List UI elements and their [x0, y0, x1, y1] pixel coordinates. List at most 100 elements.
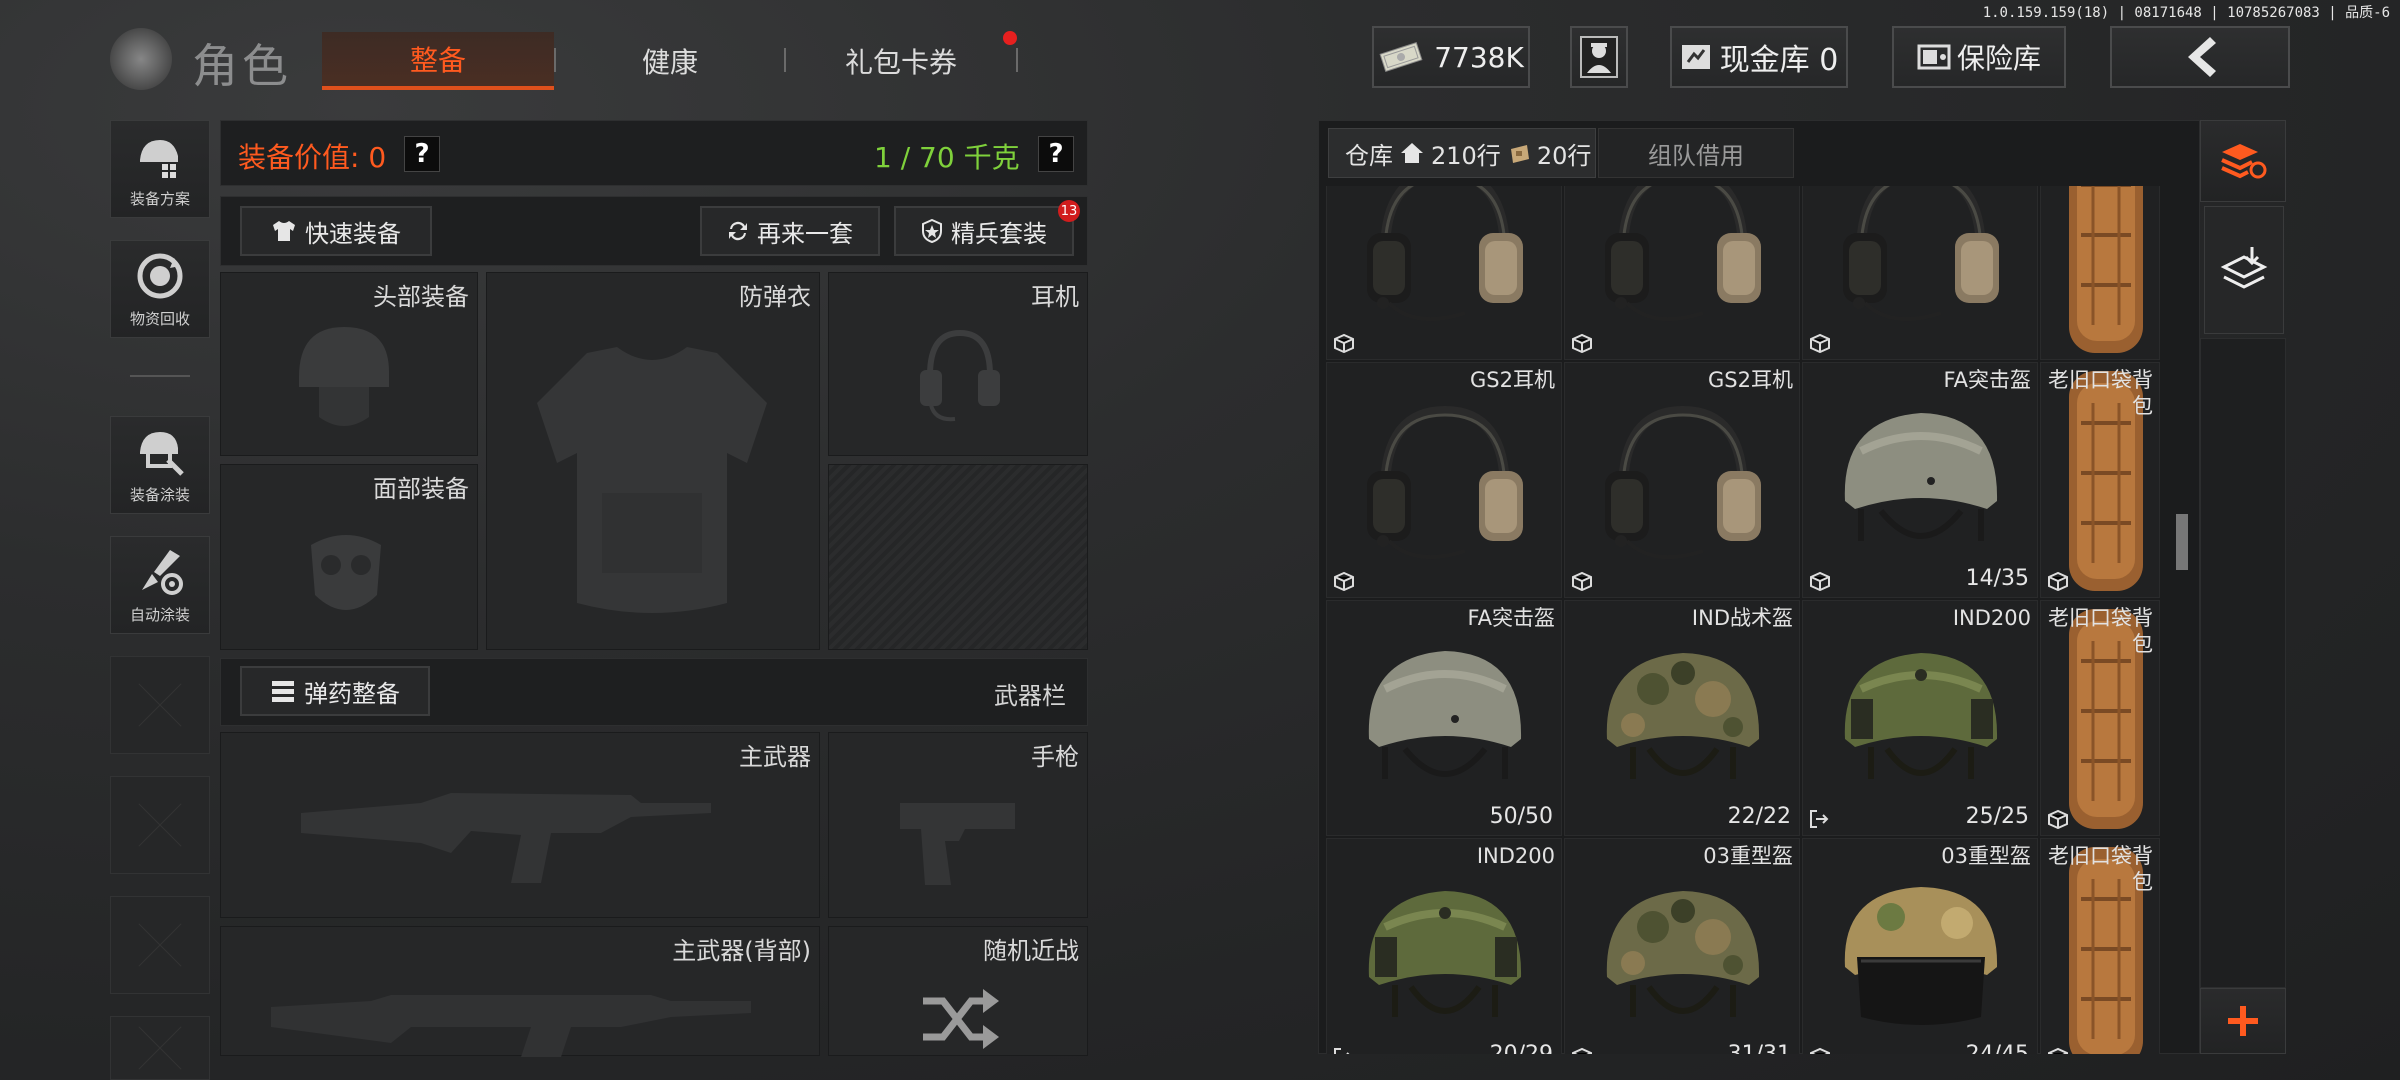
- empty-menu-slot: [110, 896, 210, 994]
- gear-scheme-label: 装备方案: [129, 190, 190, 208]
- team-borrow-tab[interactable]: 组队借用: [1598, 128, 1794, 178]
- item-name: 03重型盔: [1941, 844, 2031, 868]
- auto-paint-label: 自动涂装: [129, 606, 190, 624]
- helmet-gray-image: [1821, 391, 2021, 575]
- safe-vault-label: 保险库: [1956, 42, 2041, 75]
- extract-icon: [1809, 809, 1831, 829]
- rifle-placeholder-icon: [301, 793, 711, 883]
- item-cell[interactable]: 03重型盔 31/31: [1564, 838, 1800, 1054]
- container-icon: [1809, 1047, 1831, 1054]
- item-name: GS2耳机: [1708, 368, 1793, 392]
- item-cell[interactable]: IND战术盔 22/22: [1564, 600, 1800, 836]
- item-name: 老旧口袋背包: [2048, 844, 2153, 894]
- stash-download-button[interactable]: [2204, 206, 2284, 334]
- shield-icon: [922, 219, 942, 243]
- empty-menu-slot: [110, 776, 210, 874]
- gear-value-help-button[interactable]: ?: [404, 136, 440, 172]
- layers-download-icon: [2220, 247, 2268, 289]
- elite-set-button[interactable]: 精兵套装: [894, 206, 1074, 256]
- rifle-back-placeholder-icon: [271, 995, 751, 1057]
- helmet-olive-image: [1345, 867, 1545, 1051]
- tab-gift-coupons[interactable]: 礼包卡券: [786, 32, 1016, 90]
- soldier-profile-button[interactable]: [1570, 26, 1628, 88]
- gear-scheme-button[interactable]: 装备方案: [110, 120, 210, 218]
- item-name: FA突击盔: [1943, 368, 2031, 392]
- head-slot[interactable]: 头部装备: [220, 272, 478, 456]
- pistol-slot[interactable]: 手枪: [828, 732, 1088, 918]
- item-cell[interactable]: FA突击盔 50/50: [1326, 600, 1562, 836]
- headset-placeholder-icon: [920, 329, 1000, 422]
- mask-placeholder-icon: [311, 535, 381, 610]
- weight-value: 1 / 70 千克: [874, 141, 1020, 174]
- item-cell-backpack[interactable]: 老旧口袋背包: [2040, 838, 2160, 1054]
- item-cell[interactable]: IND200 25/25: [1802, 600, 2038, 836]
- item-cell-backpack[interactable]: [2040, 186, 2160, 360]
- container-icon: [1809, 571, 1831, 592]
- back-weapon-label: 主武器(背部): [672, 937, 811, 965]
- add-button[interactable]: [2200, 988, 2286, 1054]
- quick-equip-label: 快速装备: [305, 219, 401, 248]
- item-cell[interactable]: GS2耳机: [1564, 362, 1800, 598]
- vault-icon: [1681, 45, 1710, 69]
- quick-equip-button[interactable]: 快速装备: [240, 206, 432, 256]
- item-cell-backpack[interactable]: 老旧口袋背包: [2040, 600, 2160, 836]
- container-icon: [1333, 333, 1355, 354]
- headset-image: [1583, 391, 1783, 575]
- tab-gear[interactable]: 整备: [322, 32, 554, 90]
- backpack-image: [2047, 186, 2147, 359]
- elite-set-label: 精兵套装: [951, 219, 1047, 248]
- item-name: IND200: [1476, 844, 1555, 868]
- item-durability: 14/35: [1965, 566, 2029, 591]
- auto-paint-button[interactable]: 自动涂装: [110, 536, 210, 634]
- ammo-prep-button[interactable]: 弹药整备: [240, 666, 430, 716]
- warehouse-scrollbar[interactable]: [2176, 514, 2188, 570]
- warehouse-tab-label: 仓库: [1345, 141, 1393, 170]
- tab-separator: [1016, 48, 1018, 72]
- melee-label: 随机近战: [983, 937, 1079, 965]
- item-cell[interactable]: [1802, 186, 2038, 360]
- item-name: 老旧口袋背包: [2048, 368, 2153, 418]
- plus-icon: [2228, 1006, 2258, 1036]
- primary-weapon-slot[interactable]: 主武器: [220, 732, 820, 918]
- auto-paint-icon: [142, 550, 183, 595]
- item-cell[interactable]: GS2耳机: [1326, 362, 1562, 598]
- helmet-placeholder-icon: [299, 327, 389, 426]
- safe-vault-button[interactable]: 保险库: [1892, 26, 2066, 88]
- item-cell-backpack[interactable]: 老旧口袋背包: [2040, 362, 2160, 598]
- headset-image: [1821, 186, 2021, 337]
- item-cell[interactable]: [1564, 186, 1800, 360]
- item-cell[interactable]: IND200 20/29: [1326, 838, 1562, 1054]
- headset-image: [1345, 186, 1545, 337]
- notification-dot: [1003, 31, 1017, 45]
- back-arrow-icon: [2188, 37, 2216, 77]
- armor-slot[interactable]: 防弹衣: [486, 272, 820, 650]
- money-display[interactable]: 7738K: [1372, 26, 1530, 88]
- sort-button[interactable]: [2200, 120, 2286, 202]
- gear-paint-button[interactable]: 装备涂装: [110, 416, 210, 514]
- weight-help-button[interactable]: ?: [1038, 136, 1074, 172]
- helmet-camo-image: [1583, 629, 1783, 813]
- cash-vault-button[interactable]: 现金库 0: [1670, 26, 1848, 88]
- again-button[interactable]: 再来一套: [700, 206, 880, 256]
- helmet-olive-image: [1821, 629, 2021, 813]
- headset-slot[interactable]: 耳机: [828, 272, 1088, 456]
- ammo-prep-label: 弹药整备: [304, 679, 400, 708]
- bag-rows: 20行: [1536, 141, 1592, 170]
- container-icon: [1809, 333, 1831, 354]
- refresh-icon: [729, 221, 747, 241]
- face-slot[interactable]: 面部装备: [220, 464, 478, 650]
- empty-menu-slot: [110, 656, 210, 754]
- item-cell[interactable]: [1326, 186, 1562, 360]
- material-recycle-button[interactable]: 物资回收: [110, 240, 210, 338]
- back-weapon-slot[interactable]: 主武器(背部): [220, 926, 820, 1057]
- item-cell[interactable]: 03重型盔 24/45: [1802, 838, 2038, 1054]
- back-button[interactable]: [2110, 26, 2290, 88]
- item-durability: 25/25: [1965, 804, 2029, 829]
- version-text: 1.0.159.159(18) | 08171648 | 10785267083…: [1982, 5, 2390, 21]
- melee-slot[interactable]: 随机近战: [828, 926, 1088, 1056]
- item-cell[interactable]: FA突击盔 14/35: [1802, 362, 2038, 598]
- face-slot-label: 面部装备: [373, 475, 469, 503]
- item-name: FA突击盔: [1467, 606, 1555, 630]
- tab-health[interactable]: 健康: [556, 32, 784, 90]
- warehouse-tab[interactable]: 仓库 210行 20行: [1328, 128, 1596, 178]
